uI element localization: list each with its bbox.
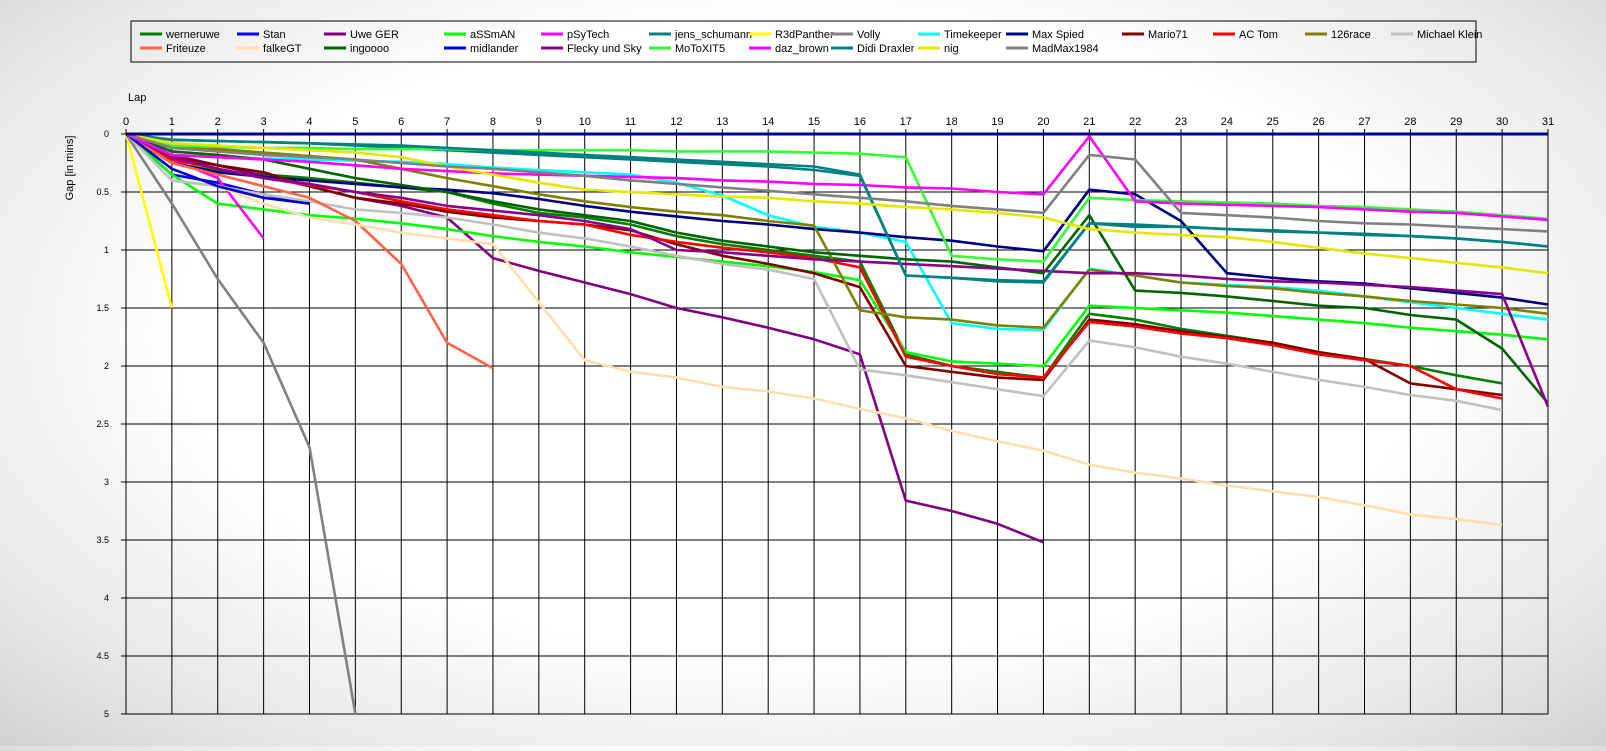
- legend-label: daz_brown: [775, 43, 829, 55]
- y-tick-label: 1.5: [96, 303, 109, 313]
- y-tick-label: 2: [104, 361, 109, 371]
- legend-label: ingoooo: [350, 43, 389, 55]
- y-tick-label: 2.5: [96, 419, 109, 429]
- x-tick-label: 17: [900, 116, 912, 128]
- legend-label: aSSmAN: [470, 29, 515, 41]
- x-tick-label: 11: [625, 116, 636, 128]
- legend-box: [130, 20, 1477, 63]
- x-tick-label: 30: [1496, 116, 1508, 128]
- x-tick-label: 21: [1083, 116, 1095, 128]
- legend-label: Uwe GER: [350, 29, 399, 41]
- x-tick-label: 20: [1037, 116, 1049, 128]
- legend-label: AC Tom: [1239, 29, 1278, 41]
- legend-label: jens_schumann: [674, 29, 752, 41]
- x-tick-label: 14: [762, 116, 774, 128]
- legend-label: falkeGT: [263, 43, 302, 55]
- x-tick-label: 22: [1129, 116, 1141, 128]
- legend-label: Michael Klein: [1417, 29, 1482, 41]
- legend-label: pSyTech: [567, 29, 609, 41]
- y-tick-label: 0.5: [96, 187, 109, 197]
- x-tick-label: 26: [1313, 116, 1325, 128]
- gap-chart: werneruwe Stan Uwe GER aSSmAN pSyTech jens_sc…: [0, 0, 1606, 746]
- x-tick-label: 9: [536, 116, 542, 128]
- y-tick-label: 4.5: [96, 651, 109, 661]
- chart-svg: werneruwe Stan Uwe GER aSSmAN pSyTech jens_sc…: [64, 20, 1554, 719]
- x-tick-label: 28: [1404, 116, 1416, 128]
- legend-label: Flecky und Sky: [567, 43, 642, 55]
- x-tick-label: 16: [854, 116, 866, 128]
- legend-label: midlander: [470, 43, 519, 55]
- legend-label: Max Spied: [1032, 29, 1084, 41]
- legend-label: Timekeeper: [944, 29, 1002, 41]
- x-tick-label: 13: [716, 116, 728, 128]
- x-tick-label: 6: [398, 116, 404, 128]
- x-tick-label: 15: [808, 116, 820, 128]
- legend-label: Didi Draxler: [857, 43, 915, 55]
- legend-label: MoToXIT5: [675, 43, 725, 55]
- x-tick-label: 7: [444, 116, 450, 128]
- y-axis-label: Gap [in mins]: [64, 136, 76, 201]
- legend-label: Stan: [263, 29, 286, 41]
- x-tick-label: 18: [946, 116, 958, 128]
- y-tick-label: 4: [104, 593, 109, 603]
- x-tick-label: 25: [1267, 116, 1279, 128]
- legend-label: nig: [944, 43, 959, 55]
- y-tick-label: 5: [104, 709, 109, 719]
- x-tick-label: 0: [123, 116, 129, 128]
- x-tick-label: 4: [306, 116, 312, 128]
- x-tick-label: 29: [1450, 116, 1462, 128]
- x-tick-label: 8: [490, 116, 496, 128]
- x-tick-label: 24: [1221, 116, 1233, 128]
- y-tick-label: 1: [104, 245, 109, 255]
- legend-label: Volly: [857, 29, 881, 41]
- legend-label: MadMax1984: [1032, 43, 1099, 55]
- x-tick-label: 10: [579, 116, 591, 128]
- x-tick-label: 31: [1542, 116, 1554, 128]
- x-tick-label: 23: [1175, 116, 1187, 128]
- series-line: [125, 132, 1549, 275]
- x-tick-label: 27: [1358, 116, 1370, 128]
- legend-label: 126race: [1331, 29, 1371, 41]
- y-tick-label: 3: [104, 477, 109, 487]
- legend-label: Mario71: [1148, 29, 1188, 41]
- x-tick-label: 2: [215, 116, 221, 128]
- series-line: [125, 132, 1549, 263]
- x-axis-label: Lap: [128, 92, 146, 104]
- y-tick-label: 3.5: [96, 535, 109, 545]
- x-tick-label: 5: [352, 116, 358, 128]
- x-tick-label: 19: [991, 116, 1003, 128]
- legend-label: R3dPanther: [775, 29, 834, 41]
- legend: werneruwe Stan Uwe GER aSSmAN pSyTech jens_sc…: [130, 20, 1482, 63]
- x-tick-label: 12: [670, 116, 682, 128]
- x-tick-label: 3: [261, 116, 267, 128]
- legend-label: Friteuze: [166, 43, 206, 55]
- x-tick-label: 1: [169, 116, 175, 128]
- legend-label: werneruwe: [165, 29, 220, 41]
- y-tick-label: 0: [104, 129, 109, 139]
